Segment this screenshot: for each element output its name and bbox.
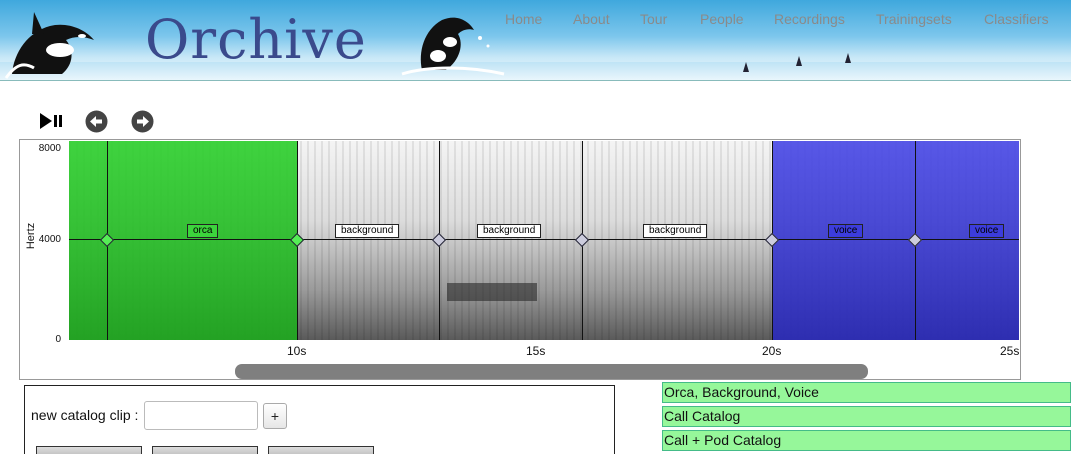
segment-voice[interactable]: [773, 141, 1019, 340]
nav-people[interactable]: People: [700, 11, 744, 27]
x-tick-10s: 10s: [287, 344, 307, 358]
clip-label: new catalog clip :: [31, 407, 139, 423]
x-tick-25s: 25s: [1000, 344, 1020, 358]
segment-label[interactable]: background: [477, 224, 542, 238]
x-tick-20s: 20s: [762, 344, 782, 358]
nav-classifiers[interactable]: Classifiers: [984, 11, 1049, 27]
timeline-scrollbar[interactable]: [235, 364, 868, 379]
x-tick-15s: 15s: [526, 344, 546, 358]
nav-tour[interactable]: Tour: [640, 11, 667, 27]
clip-thumbnail[interactable]: [152, 446, 258, 454]
arrow-right-circle-icon[interactable]: [131, 110, 154, 133]
clip-name-input[interactable]: [144, 401, 258, 430]
spectrogram-plot[interactable]: [69, 141, 1019, 340]
arrow-left-circle-icon[interactable]: [85, 110, 108, 133]
segment-label[interactable]: voice: [969, 224, 1005, 238]
orca-logo-icon[interactable]: [4, 4, 100, 80]
catalog-item[interactable]: Call Catalog: [662, 406, 1071, 427]
clip-thumbnail[interactable]: [268, 446, 374, 454]
fin-icon: [845, 53, 851, 63]
play-pause-icon[interactable]: [40, 112, 64, 130]
site-logo-text[interactable]: Orchive: [145, 8, 367, 71]
segment-label[interactable]: voice: [828, 224, 864, 238]
clip-thumbnail[interactable]: [36, 446, 142, 454]
y-tick-0: 0: [55, 334, 61, 345]
nav-recordings[interactable]: Recordings: [774, 11, 845, 27]
nav-trainingsets[interactable]: Trainingsets: [876, 11, 952, 27]
jumping-orca-icon: [401, 17, 505, 76]
y-tick-4000: 4000: [38, 234, 61, 245]
segment-label[interactable]: background: [335, 224, 400, 238]
segment-label[interactable]: background: [643, 224, 708, 238]
fin-icon: [743, 62, 749, 72]
catalog-item[interactable]: Orca, Background, Voice: [662, 382, 1071, 403]
add-clip-button[interactable]: +: [263, 403, 287, 429]
fin-icon: [796, 56, 802, 66]
nav-about[interactable]: About: [573, 11, 610, 27]
nav-home[interactable]: Home: [505, 11, 542, 27]
y-tick-8000: 8000: [38, 143, 61, 154]
catalog-item[interactable]: Call + Pod Catalog: [662, 430, 1071, 451]
dark-band: [447, 283, 537, 301]
site-header: Orchive Home About Tour People Recording…: [0, 0, 1071, 81]
segment-track: [69, 239, 1019, 240]
segment-label[interactable]: orca: [187, 224, 219, 238]
